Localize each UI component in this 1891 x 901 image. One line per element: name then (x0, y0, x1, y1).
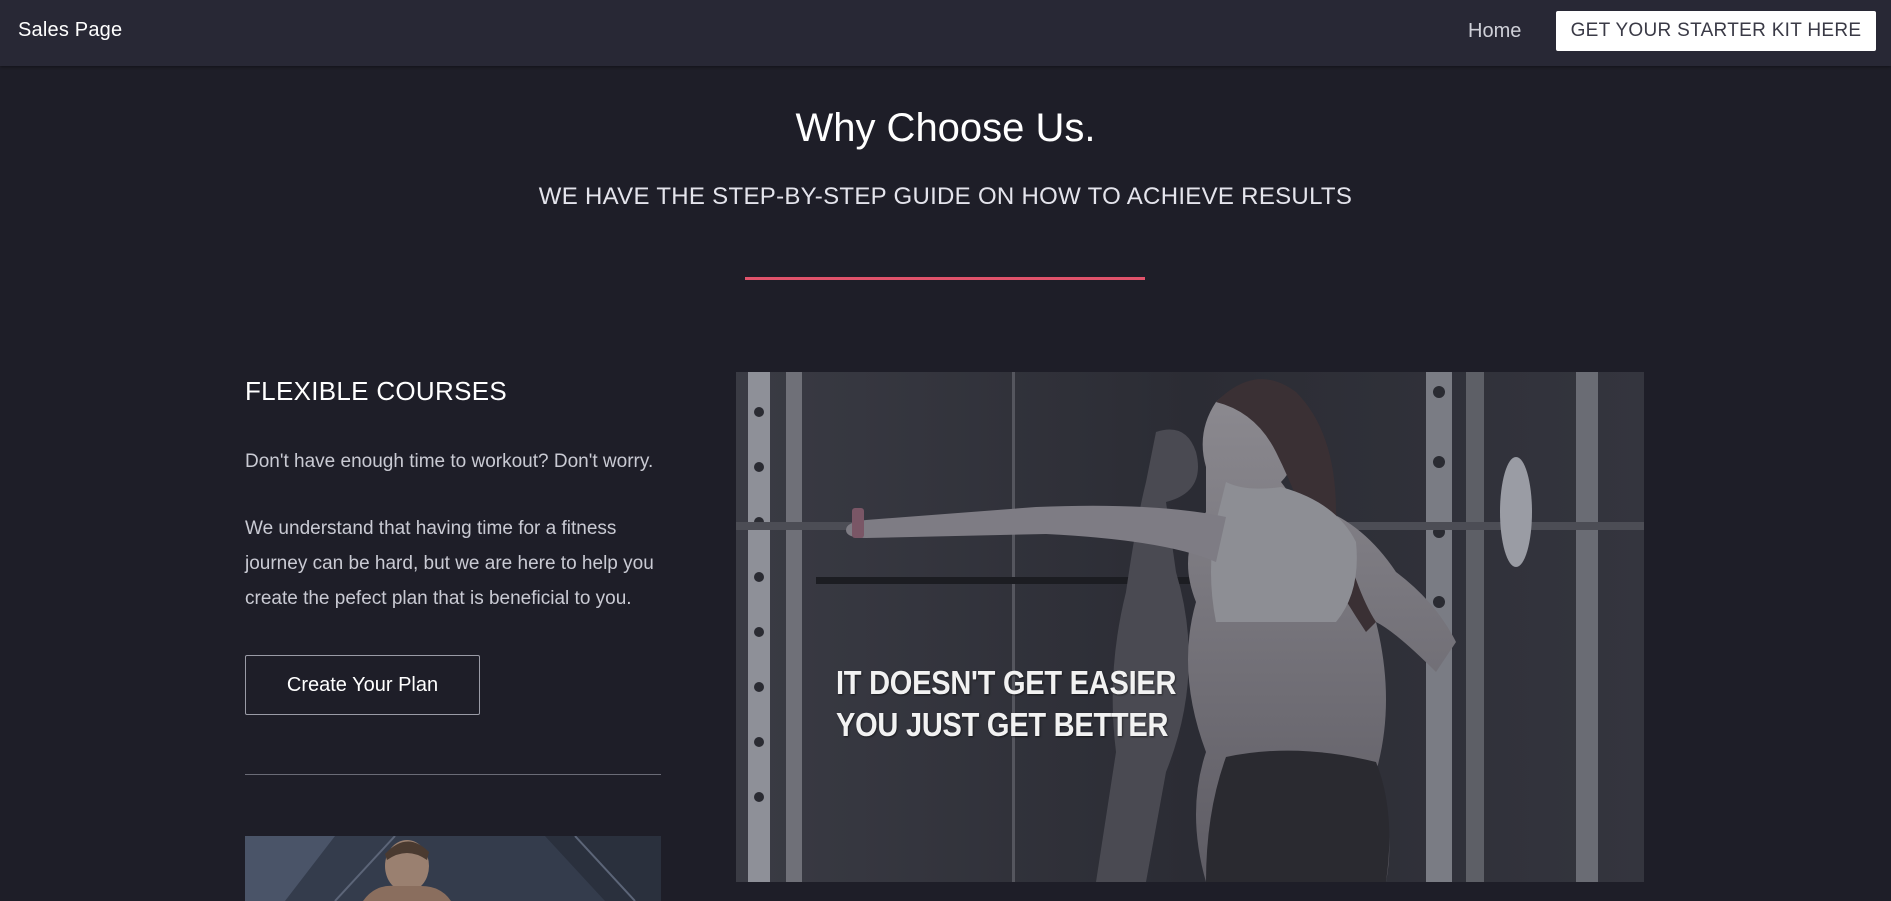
feature-body-text: We understand that having time for a fit… (245, 518, 654, 609)
gym-photo-graphic (736, 372, 1644, 882)
section-title: Why Choose Us. (795, 106, 1096, 150)
section-subtitle: WE HAVE THE STEP-BY-STEP GUIDE ON HOW TO… (538, 183, 1353, 210)
hero-photo: IT DOESN'T GET EASIER YOU JUST GET BETTE… (736, 372, 1644, 882)
hero-caption-line-2-text: YOU JUST GET BETTER (836, 706, 1169, 743)
trainer-photo (245, 836, 661, 901)
starter-kit-button[interactable]: GET YOUR STARTER KIT HERE (1556, 11, 1876, 51)
trainer-photo-graphic (245, 836, 661, 901)
hero-caption-line-1-text: IT DOESN'T GET EASIER (836, 664, 1177, 701)
accent-divider (745, 277, 1145, 280)
feature-divider (245, 774, 661, 775)
navbar: Sales Page Home GET YOUR STARTER KIT HER… (0, 0, 1891, 66)
feature-intro-text: Don't have enough time to workout? Don't… (245, 451, 654, 472)
feature-heading: FLEXIBLE COURSES (245, 376, 507, 406)
hero-caption: IT DOESN'T GET EASIER YOU JUST GET BETTE… (836, 662, 1176, 746)
brand-title[interactable]: Sales Page (18, 19, 122, 42)
create-plan-button[interactable]: Create Your Plan (245, 655, 480, 715)
nav-link-home[interactable]: Home (1468, 20, 1521, 43)
